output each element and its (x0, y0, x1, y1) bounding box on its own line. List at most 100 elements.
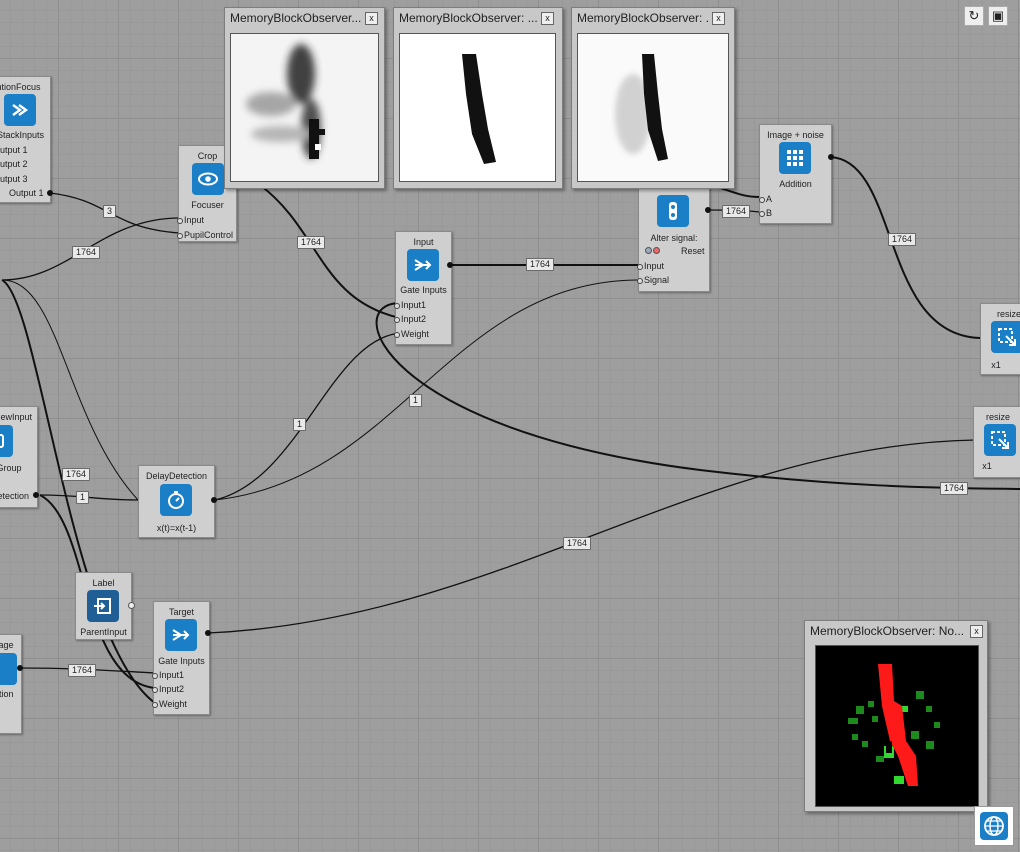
gate-icon (407, 249, 439, 281)
node-title: Image (0, 640, 14, 650)
status-dot-red (653, 247, 660, 254)
node-subtitle: x1 (991, 360, 1001, 370)
observer-title: MemoryBlockObserver: ... (399, 11, 538, 25)
node-resize-2[interactable]: resize x1 (973, 406, 1020, 478)
node-title: NewInput (0, 412, 33, 422)
port-detection[interactable]: Detection (0, 491, 29, 501)
globe-glyph (980, 812, 1008, 840)
port-output-3[interactable]: Output 3 (0, 174, 28, 184)
node-subtitle: Alter signal: (650, 233, 698, 243)
output-dot[interactable] (705, 207, 711, 213)
node-title: Input (413, 237, 434, 247)
port-pupil-control[interactable]: PupilControl (176, 230, 233, 240)
port-weight[interactable]: Weight (394, 329, 429, 339)
node-title: Target (168, 607, 194, 617)
node-new-input[interactable]: NewInput Group Detection (0, 406, 38, 508)
node-title: Image + noise (767, 130, 824, 140)
port-signal[interactable]: Signal (636, 275, 669, 285)
gate-icon (165, 619, 197, 651)
node-subtitle: x1 (982, 461, 992, 471)
close-icon[interactable]: x (365, 12, 378, 25)
node-title: DelayDetection (145, 471, 208, 481)
resize-icon (984, 424, 1016, 456)
resize-icon (991, 321, 1020, 353)
edge-label: 1764 (297, 236, 326, 249)
reset-label: Reset (681, 246, 705, 256)
edge-label: 1764 (888, 233, 917, 246)
close-icon[interactable]: x (970, 625, 983, 638)
port-output-1[interactable]: Output 1 (0, 145, 28, 155)
screenshot-icon[interactable]: ▣ (988, 6, 1008, 26)
observer-title: MemoryBlockObserver: ... (577, 11, 710, 25)
status-dot-gray (645, 247, 652, 254)
refresh-icon[interactable]: ↻ (964, 6, 984, 26)
output-dot[interactable] (47, 190, 53, 196)
node-subtitle: Addition (779, 179, 812, 189)
edge-label: 1764 (526, 258, 555, 271)
output-dot[interactable] (447, 262, 453, 268)
port-output-2[interactable]: Output 2 (0, 159, 28, 169)
action-icon (0, 653, 17, 685)
node-title: resize (985, 412, 1010, 422)
edge-label: 1764 (72, 246, 101, 259)
node-delay-detection[interactable]: DelayDetection x(t)=x(t-1) (138, 465, 215, 538)
node-reset[interactable]: Alter signal: Reset Input Signal (636, 178, 710, 292)
output-dot[interactable] (17, 665, 23, 671)
observer-title: MemoryBlockObserver: No... (810, 624, 965, 638)
close-icon[interactable]: x (712, 12, 725, 25)
node-resize-1[interactable]: resize x1 (980, 303, 1020, 375)
stack-inputs-icon (4, 94, 36, 126)
globe-icon[interactable] (974, 806, 1014, 846)
observer-window-2[interactable]: MemoryBlockObserver: ... x (393, 7, 563, 189)
edge-label: 1 (409, 394, 423, 407)
node-input-gate[interactable]: Input Gate Inputs Input1 Input2 Weight (393, 231, 452, 345)
node-label[interactable]: Label ParentInput (75, 572, 132, 640)
node-image-noise[interactable]: Image + noise Addition A B (758, 124, 832, 224)
output-port-hollow[interactable] (128, 602, 135, 609)
observer-window-1[interactable]: MemoryBlockObserver... x (224, 7, 385, 189)
port-input1[interactable]: Input1 (393, 300, 426, 310)
output-dot[interactable] (211, 497, 217, 503)
node-subtitle: Gate Inputs (158, 656, 205, 666)
node-subtitle: StackInputs (0, 130, 45, 140)
node-attention-focus[interactable]: AttentionFocus StackInputs Output 1 Outp… (0, 76, 51, 203)
node-target[interactable]: Target Gate Inputs Input1 Input2 Weight (151, 601, 210, 715)
observer-title: MemoryBlockObserver... (230, 11, 362, 25)
port-b[interactable]: B (758, 208, 772, 218)
output-dot[interactable] (33, 492, 39, 498)
close-icon[interactable]: x (541, 12, 554, 25)
traffic-light-icon (657, 195, 689, 227)
node-subtitle: Gate Inputs (400, 285, 447, 295)
edge-label: 1764 (62, 468, 91, 481)
port-weight[interactable]: Weight (152, 699, 187, 709)
port-output-1b[interactable]: Output 1 (9, 188, 44, 198)
port-input2[interactable]: Input2 (151, 684, 184, 694)
port-input[interactable]: Input (636, 261, 664, 271)
observer-window-4[interactable]: MemoryBlockObserver: No... x (804, 620, 988, 812)
output-dot[interactable] (205, 630, 211, 636)
parent-input-icon (87, 590, 119, 622)
observer-image (815, 645, 979, 807)
port-input1[interactable]: Input1 (151, 670, 184, 680)
eye-icon (192, 163, 224, 195)
port-input[interactable]: Input (176, 215, 204, 225)
observer-image (230, 33, 379, 182)
edge-label: 1 (293, 418, 307, 431)
edge-label: 1764 (722, 205, 751, 218)
node-title: AttentionFocus (0, 82, 41, 92)
edge-label: 1 (76, 491, 90, 504)
observer-image (399, 33, 556, 182)
observer-window-3[interactable]: MemoryBlockObserver: ... x (571, 7, 735, 189)
edge-label: 1764 (940, 482, 969, 495)
output-dot[interactable] (828, 154, 834, 160)
node-subtitle: Group (0, 463, 22, 473)
node-subtitle: Focuser (191, 200, 224, 210)
node-subtitle: Action (0, 689, 14, 699)
port-a[interactable]: A (758, 194, 772, 204)
timer-icon (160, 484, 192, 516)
node-image[interactable]: Image Action (0, 634, 22, 734)
port-input2[interactable]: Input2 (393, 314, 426, 324)
observer-image (577, 33, 729, 182)
node-subtitle: x(t)=x(t-1) (156, 523, 197, 533)
edge-label: 3 (103, 205, 117, 218)
